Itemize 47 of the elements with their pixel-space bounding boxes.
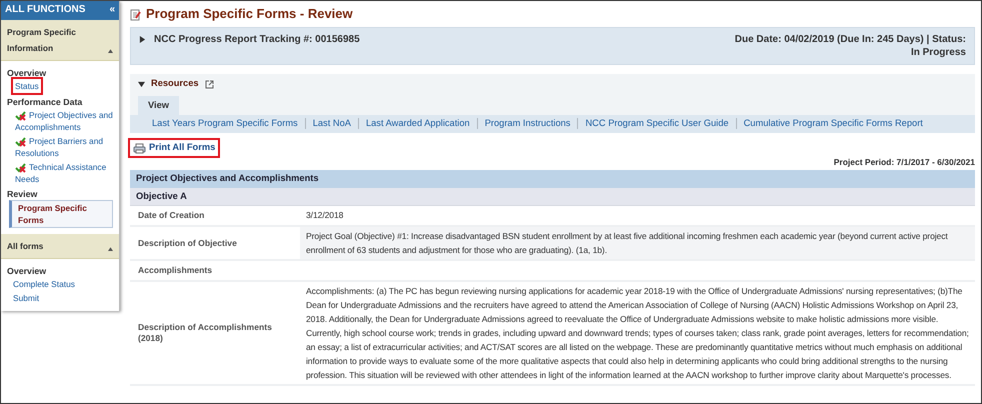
page-title: Program Specific Forms - Review xyxy=(146,6,353,22)
external-link-icon[interactable] xyxy=(204,80,214,89)
status-icon xyxy=(15,110,26,120)
due-status: Due Date: 04/02/2019 (Due In: 245 Days) | Status: In Progress xyxy=(734,33,966,60)
print-button[interactable]: Print All Forms xyxy=(130,140,218,156)
resource-link[interactable]: Last NoA xyxy=(304,118,358,130)
resources-tab[interactable]: View xyxy=(138,96,180,116)
section-header[interactable]: All forms xyxy=(1,234,119,260)
resource-link[interactable]: NCC Program Specific User Guide xyxy=(577,118,736,130)
sidebar-link[interactable]: Project Objectives and Accomplishments xyxy=(7,108,113,134)
section-title: All forms xyxy=(7,240,44,254)
field-value: Accomplishments: (a) The PC has begun reviewing nursing applications for academic year 2018-19 with the Office of Undergraduate Admissions' nursing representatives; (b)The Dean for Undergraduate Admissions and the recruiters have agreed to attend the American Association of College of Nursing (AACN) Holistic Admissions Workshop on April 23, 2018. Additionally, the Dean for Undergraduate Admissions agreed to reevaluate the Office of Undergraduate Admissions website to make holistic admissions more visible. Currently, high school course work; trends in grades, including upward and downward trends; types of courses taken; class rank, grade point averages, letters for recommendation; an essay; a list of extracurricular activities; and ACT/SAT scores are all listed on the webpage. These are predominantly quantitative metrics without much emphasis on additional information to provide ways to evaluate some of the more qualitative aspects that could also help in determining applicants who could bring additional strengths to the nursing profession. This situation will be reviewed with other attendees in light of the information learned at the AACN workshop to further improve clarity about Marquette's processes. xyxy=(305,284,970,382)
section-header: Project Objectives and Accomplishments xyxy=(130,170,975,188)
status-icon xyxy=(15,136,26,146)
sidebar-link[interactable]: Submit xyxy=(7,291,113,306)
tracking-title: NCC Progress Report Tracking #: 00156985 xyxy=(154,33,361,46)
field-value: Project Goal (Objective) #1: Increase disadvantaged BSN student enrollment by at least five additional incoming freshmen each academic year (beyond current active project enrollment of 63 students and adjustment for those who are graduating). (1a, 1b). xyxy=(300,226,975,259)
field-value: 3/12/2018 xyxy=(305,209,344,222)
printer-icon xyxy=(133,142,146,154)
project-period: Project Period: 7/1/2017 - 6/30/2021 xyxy=(832,157,975,168)
section-title: Program Specific Information xyxy=(7,26,77,54)
expand-icon[interactable] xyxy=(138,80,145,88)
collapse-icon[interactable] xyxy=(108,48,113,56)
sidebar-link[interactable]: Program Specific Forms xyxy=(9,200,113,228)
resources-title: Resources xyxy=(151,78,199,90)
sidebar-link[interactable]: Complete Status xyxy=(7,277,113,292)
group-heading: Overview xyxy=(7,68,48,78)
expand-icon[interactable] xyxy=(139,36,146,44)
sidebar-link[interactable]: Project Barriers and Resolutions xyxy=(7,134,113,160)
group-heading: Overview xyxy=(7,266,48,278)
resource-link[interactable]: Last Awarded Application xyxy=(358,118,477,130)
resource-link[interactable]: Last Years Program Specific Forms xyxy=(140,118,305,130)
collapse-button[interactable]: « xyxy=(109,4,115,16)
section-header[interactable]: Program Specific Information xyxy=(1,20,119,60)
sidebar-title: ALL FUNCTIONS xyxy=(5,4,86,16)
objective-header: Objective A xyxy=(130,188,975,206)
status-icon xyxy=(15,162,26,172)
field-label: Date of Creation xyxy=(137,209,206,222)
resource-link[interactable]: Cumulative Program Specific Forms Report xyxy=(736,118,930,130)
group-heading: Performance Data xyxy=(7,97,84,108)
group-heading: Review xyxy=(7,189,38,200)
field-label: Description of Accomplishments (2018) xyxy=(137,320,273,345)
resource-link[interactable]: Program Instructions xyxy=(476,118,578,130)
sidebar-link[interactable]: Technical Assistance Needs xyxy=(7,160,113,186)
field-label: Description of Objective xyxy=(137,236,238,250)
subsection-heading: Accomplishments xyxy=(137,264,214,277)
sidebar-link[interactable]: Status xyxy=(13,79,41,94)
